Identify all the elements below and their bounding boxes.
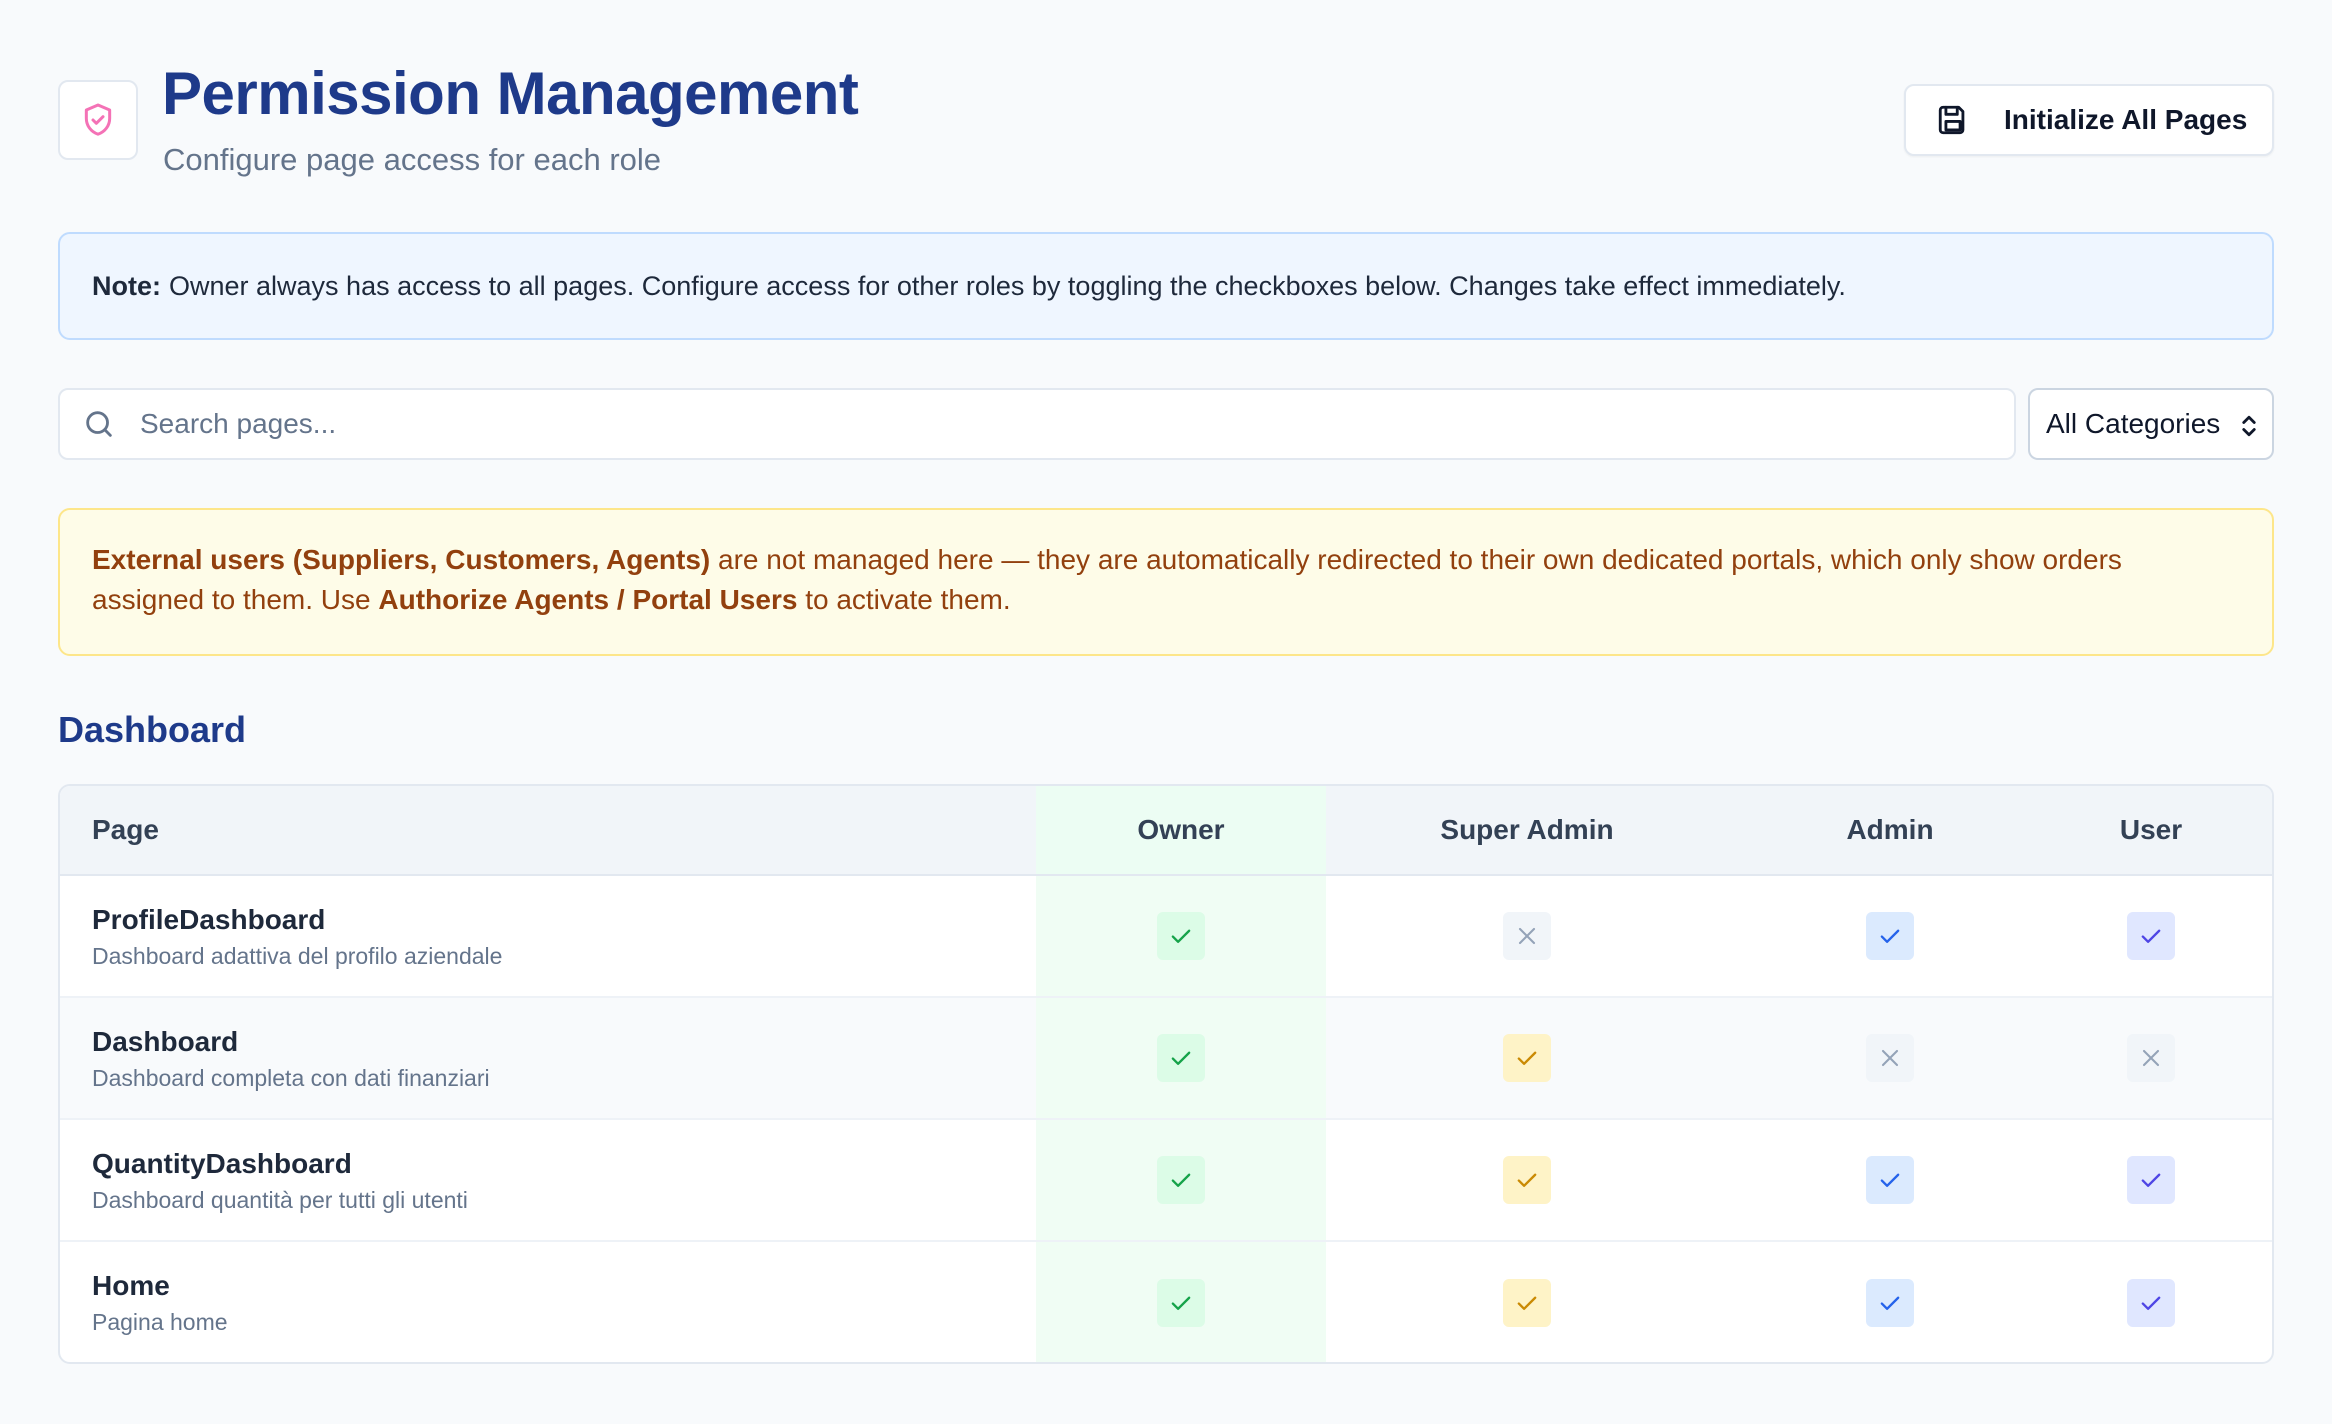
section-title-dashboard: Dashboard — [58, 709, 247, 750]
user-permission-cell — [2052, 998, 2250, 1118]
check-icon — [1167, 1289, 1195, 1317]
check-icon — [1167, 1044, 1195, 1072]
table-row: Dashboard Dashboard completa con dati fin… — [60, 998, 2272, 1120]
admin-permission-cell — [1728, 1242, 2052, 1362]
x-icon — [1513, 922, 1541, 950]
info-note: Note: Owner always has access to all pag… — [58, 232, 2274, 340]
page-name: QuantityDashboard — [92, 1148, 352, 1179]
admin-permission-checkbox[interactable] — [1866, 1034, 1914, 1082]
shield-check-icon — [84, 103, 112, 136]
warning-bold-external-users: External users (Suppliers, Customers, Ag… — [92, 544, 711, 575]
check-icon — [1513, 1289, 1541, 1317]
check-icon — [1513, 1044, 1541, 1072]
user-permission-checkbox[interactable] — [2127, 1034, 2175, 1082]
user-permission-checkbox[interactable] — [2127, 1156, 2175, 1204]
table-header: Page Owner Super Admin Admin User — [60, 786, 2272, 876]
check-icon — [2137, 1166, 2165, 1194]
category-select-value: All Categories — [2046, 408, 2221, 439]
search-input[interactable] — [140, 408, 1940, 440]
owner-permission-cell — [1036, 998, 1326, 1118]
category-select[interactable]: All Categories — [2028, 388, 2274, 460]
page-header: Permission Management Configure page acc… — [58, 58, 2274, 188]
super-admin-permission-checkbox[interactable] — [1503, 1156, 1551, 1204]
initialize-all-pages-label: Initialize All Pages — [2004, 104, 2248, 135]
chevron-up-down-icon — [2238, 412, 2260, 440]
column-header-page: Page — [92, 814, 159, 845]
check-icon — [1167, 922, 1195, 950]
page-title: Permission Management — [162, 60, 859, 127]
user-permission-checkbox[interactable] — [2127, 912, 2175, 960]
table-row: ProfileDashboard Dashboard adattiva del p… — [60, 876, 2272, 998]
super-admin-permission-cell — [1326, 1120, 1728, 1240]
check-icon — [1167, 1166, 1195, 1194]
note-text: Owner always has access to all pages. Co… — [169, 270, 1846, 301]
check-icon — [2137, 922, 2165, 950]
check-icon — [1876, 922, 1904, 950]
user-permission-checkbox[interactable] — [2127, 1279, 2175, 1327]
super-admin-permission-checkbox[interactable] — [1503, 1034, 1551, 1082]
check-icon — [2137, 1289, 2165, 1317]
initialize-all-pages-button[interactable]: Initialize All Pages — [1904, 84, 2274, 156]
page-description: Dashboard completa con dati finanziari — [92, 1065, 490, 1091]
check-icon — [1876, 1166, 1904, 1194]
owner-permission-checkbox[interactable] — [1157, 1156, 1205, 1204]
x-icon — [1876, 1044, 1904, 1072]
column-header-admin: Admin — [1846, 814, 1934, 845]
search-bar[interactable] — [58, 388, 2016, 460]
super-admin-permission-cell — [1326, 876, 1728, 996]
user-permission-cell — [2052, 876, 2250, 996]
save-icon — [1936, 103, 1970, 137]
owner-permission-cell — [1036, 1242, 1326, 1362]
page-name: Dashboard — [92, 1026, 239, 1057]
owner-permission-cell — [1036, 1120, 1326, 1240]
admin-permission-cell — [1728, 1120, 2052, 1240]
admin-permission-cell — [1728, 876, 2052, 996]
page-description: Dashboard adattiva del profilo aziendale — [92, 943, 503, 969]
table-row: Home Pagina home — [60, 1242, 2272, 1362]
owner-permission-checkbox[interactable] — [1157, 912, 1205, 960]
table-body: ProfileDashboard Dashboard adattiva del p… — [60, 876, 2272, 1362]
owner-permission-checkbox[interactable] — [1157, 1279, 1205, 1327]
warning-bold-authorize-agents: Authorize Agents / Portal Users — [378, 584, 798, 615]
admin-permission-checkbox[interactable] — [1866, 912, 1914, 960]
page-subtitle: Configure page access for each role — [163, 142, 662, 177]
user-permission-cell — [2052, 1242, 2250, 1362]
permission-management-page: Permission Management Configure page acc… — [0, 0, 2332, 1424]
column-header-owner: Owner — [1137, 814, 1225, 845]
user-permission-cell — [2052, 1120, 2250, 1240]
super-admin-permission-checkbox[interactable] — [1503, 1279, 1551, 1327]
logo — [58, 80, 138, 160]
admin-permission-checkbox[interactable] — [1866, 1279, 1914, 1327]
check-icon — [1876, 1289, 1904, 1317]
page-name: ProfileDashboard — [92, 904, 326, 935]
page-description: Dashboard quantità per tutti gli utenti — [92, 1187, 468, 1213]
note-label: Note: — [92, 270, 161, 301]
super-admin-permission-cell — [1326, 998, 1728, 1118]
admin-permission-checkbox[interactable] — [1866, 1156, 1914, 1204]
column-header-user: User — [2119, 814, 2183, 845]
admin-permission-cell — [1728, 998, 2052, 1118]
x-icon — [2137, 1044, 2165, 1072]
warning-text-2: to activate them. — [797, 584, 1011, 615]
permissions-table: Page Owner Super Admin Admin User Profil… — [58, 784, 2274, 1364]
table-row: QuantityDashboard Dashboard quantità per … — [60, 1120, 2272, 1242]
super-admin-permission-checkbox[interactable] — [1503, 912, 1551, 960]
check-icon — [1513, 1166, 1541, 1194]
external-users-warning: External users (Suppliers, Customers, Ag… — [58, 508, 2274, 656]
column-header-super-admin: Super Admin — [1440, 814, 1614, 845]
page-name: Home — [92, 1270, 170, 1301]
search-icon — [82, 407, 116, 441]
owner-permission-cell — [1036, 876, 1326, 996]
owner-permission-checkbox[interactable] — [1157, 1034, 1205, 1082]
page-description: Pagina home — [92, 1309, 228, 1335]
super-admin-permission-cell — [1326, 1242, 1728, 1362]
